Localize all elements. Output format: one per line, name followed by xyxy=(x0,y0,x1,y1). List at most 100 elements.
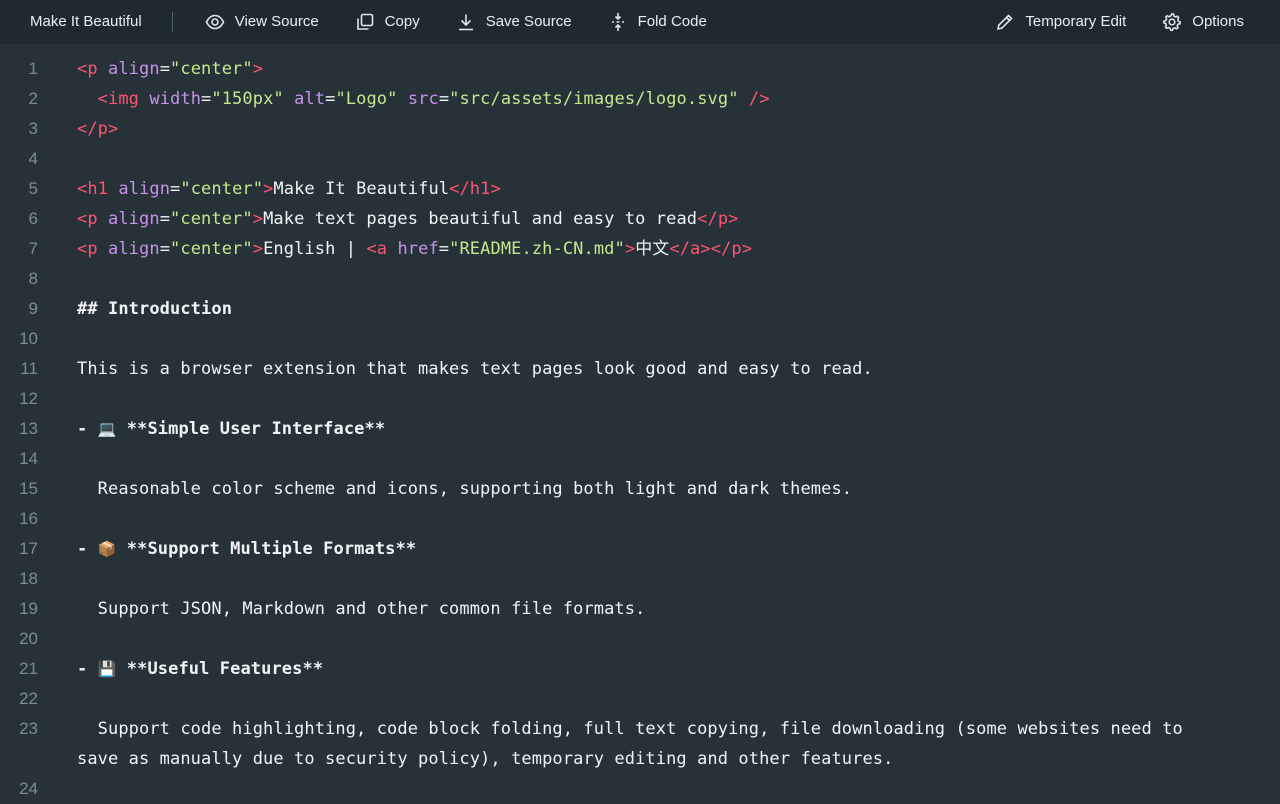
eye-icon xyxy=(205,14,225,29)
options-label: Options xyxy=(1192,13,1244,30)
html-tag: > xyxy=(252,209,264,229)
laptop-icon: 💻 xyxy=(97,420,117,438)
html-tag: </p> xyxy=(710,239,753,259)
code-line: 7 <p align="center">English | <a href="R… xyxy=(0,234,1280,264)
html-tag: </p> xyxy=(77,119,119,139)
save-source-button[interactable]: Save Source xyxy=(438,0,590,44)
code-line: 20 xyxy=(0,624,1280,654)
code-line: 2 <img width="150px" alt="Logo" src="src… xyxy=(0,84,1280,114)
code-text: <p align="center">English | <a href="REA… xyxy=(77,239,753,259)
fold-code-label: Fold Code xyxy=(637,13,707,30)
floppy-disk-icon: 💾 xyxy=(97,660,117,678)
code-text: ## Introduction xyxy=(77,299,233,319)
view-source-label: View Source xyxy=(234,13,319,30)
code-line: 15 Reasonable color scheme and icons, su… xyxy=(0,474,1280,504)
line-number: 15 xyxy=(19,479,38,498)
line-number: 23 xyxy=(19,719,38,738)
save-source-label: Save Source xyxy=(485,13,572,30)
code-line: 9 ## Introduction xyxy=(0,294,1280,324)
html-string: "center" xyxy=(170,59,253,79)
code-text: <img width="150px" alt="Logo" src="src/a… xyxy=(97,89,770,109)
list-dash: - xyxy=(77,659,98,679)
line-number: 5 xyxy=(28,179,38,198)
pencil-icon xyxy=(997,13,1014,30)
line-number: 8 xyxy=(28,269,38,288)
line-number: 2 xyxy=(28,89,38,108)
html-attr: src xyxy=(407,89,439,109)
code-line: 14 xyxy=(0,444,1280,474)
code-line: 8 xyxy=(0,264,1280,294)
line-number: 3 xyxy=(28,119,38,138)
html-string: "center" xyxy=(180,179,264,199)
html-tag: > xyxy=(263,179,274,199)
list-dash: - xyxy=(77,419,98,439)
line-number: 1 xyxy=(28,59,38,78)
code-text: - 📦 **Support Multiple Formats** xyxy=(38,534,1228,564)
html-string: "src/assets/images/logo.svg" xyxy=(449,89,739,109)
line-number: 14 xyxy=(19,449,38,468)
code-line: 1 <p align="center"> xyxy=(0,54,1280,84)
line-number: 12 xyxy=(19,389,38,408)
code-line: 6 <p align="center">Make text pages beau… xyxy=(0,204,1280,234)
line-number: 19 xyxy=(19,599,38,618)
fold-code-button[interactable]: Fold Code xyxy=(590,0,725,44)
html-tag: > xyxy=(252,59,264,79)
code-line: 3 </p> xyxy=(0,114,1280,144)
line-number: 13 xyxy=(19,419,38,438)
line-number: 18 xyxy=(19,569,38,588)
list-text: **Support Multiple Formats** xyxy=(116,539,417,559)
html-tag: <a xyxy=(366,239,388,259)
line-number: 11 xyxy=(20,359,38,378)
copy-icon xyxy=(356,13,373,30)
copy-label: Copy xyxy=(384,13,420,30)
copy-button[interactable]: Copy xyxy=(337,0,438,44)
line-number: 7 xyxy=(28,239,38,258)
html-tag: <h1 xyxy=(77,179,109,199)
line-number: 4 xyxy=(28,149,38,168)
html-text: 中文 xyxy=(635,239,670,259)
code-line: 17 - 📦 **Support Multiple Formats** xyxy=(0,534,1280,564)
html-attr: align xyxy=(108,239,160,259)
html-tag: /> xyxy=(748,89,770,109)
html-attr: align xyxy=(108,59,160,79)
code-text: This is a browser extension that makes t… xyxy=(77,359,873,379)
code-text: <p align="center"> xyxy=(77,59,264,79)
temporary-edit-button[interactable]: Temporary Edit xyxy=(977,0,1144,44)
html-tag: <p xyxy=(77,209,98,229)
code-line: 5 <h1 align="center">Make It Beautiful</… xyxy=(0,174,1280,204)
html-text: English | xyxy=(263,239,367,259)
source-view: 1 <p align="center"> 2 <img width="150px… xyxy=(0,44,1280,804)
html-attr: align xyxy=(118,179,171,199)
code-line: 16 xyxy=(0,504,1280,534)
html-string: "150px" xyxy=(211,89,284,109)
html-attr: href xyxy=(397,239,439,259)
html-string: "README.zh-CN.md" xyxy=(449,239,625,259)
temporary-edit-label: Temporary Edit xyxy=(1025,13,1127,30)
list-text: **Useful Features** xyxy=(116,659,324,679)
toolbar: Make It Beautiful View Source Copy Save … xyxy=(0,0,1280,44)
code-line: 19 Support JSON, Markdown and other comm… xyxy=(0,594,1280,624)
code-text: Support JSON, Markdown and other common … xyxy=(77,599,646,619)
html-tag: </p> xyxy=(697,209,739,229)
html-tag: <p xyxy=(77,239,98,259)
code-line: 21 - 💾 **Useful Features** xyxy=(0,654,1280,684)
line-number: 16 xyxy=(19,509,38,528)
package-icon: 📦 xyxy=(97,540,117,558)
code-line: 10 xyxy=(0,324,1280,354)
options-button[interactable]: Options xyxy=(1144,0,1262,44)
code-text: - 💾 **Useful Features** xyxy=(38,654,1228,684)
code-line: 12 xyxy=(0,384,1280,414)
html-attr: width xyxy=(149,89,202,109)
code-text: <h1 align="center">Make It Beautiful</h1… xyxy=(77,179,501,199)
line-number: 17 xyxy=(19,539,38,558)
html-string: "center" xyxy=(170,209,253,229)
code-line: 13 - 💻 **Simple User Interface** xyxy=(0,414,1280,444)
html-string: "Logo" xyxy=(335,89,398,109)
view-source-button[interactable]: View Source xyxy=(187,0,337,44)
